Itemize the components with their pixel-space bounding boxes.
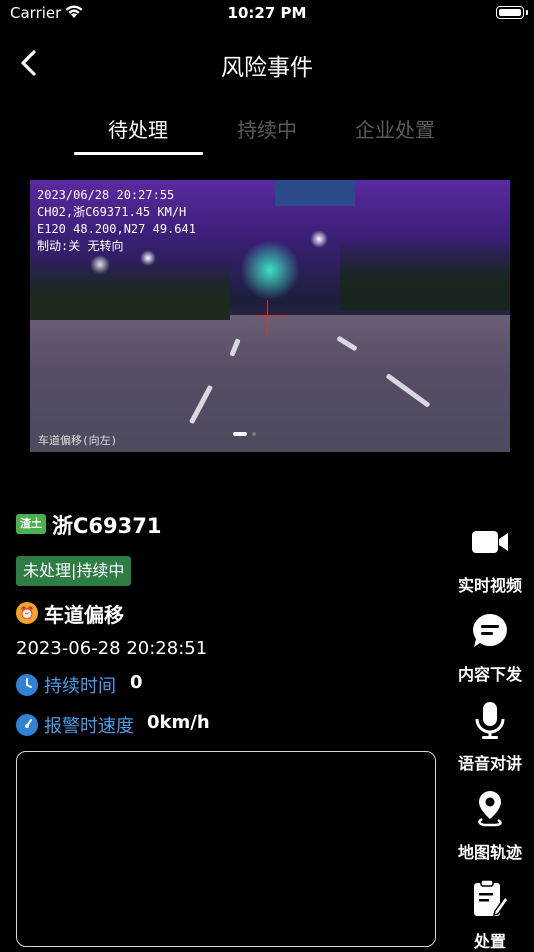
side-action-label: 实时视频: [457, 576, 522, 595]
roadside-trees-left: [30, 260, 230, 320]
clipboard-edit-icon: [470, 878, 510, 918]
side-action-label: 处置: [473, 932, 506, 951]
message-icon: [470, 611, 510, 651]
road-sign: [275, 180, 355, 206]
page-title: 风险事件: [221, 55, 313, 81]
tab-underline: [74, 152, 203, 155]
overlay-line: 制动:关 无转向: [37, 239, 124, 253]
video-footer-text: 车道偏移(向左): [38, 434, 118, 447]
duration-label: 持续时间: [44, 676, 116, 697]
microphone-icon: [470, 700, 510, 740]
crosshair: [267, 300, 268, 334]
video-overlay-text: 2023/06/28 20:27:55 CH02,浙C69371.45 KM/H…: [37, 187, 196, 255]
event-time: 2023-06-28 20:28:51: [16, 638, 208, 659]
side-action-label: 地图轨迹: [457, 843, 522, 862]
side-action-label: 语音对讲: [457, 754, 522, 773]
overlay-line: 2023/06/28 20:27:55: [37, 188, 175, 202]
battery-icon: [496, 6, 524, 19]
clock-time: 10:27 PM: [227, 4, 307, 22]
status-badge: 未处理|持续中: [16, 556, 132, 586]
alarm-icon: ⏰: [16, 602, 38, 624]
speedometer-icon: [16, 714, 38, 736]
event-type: 车道偏移: [44, 603, 124, 627]
page-indicator[interactable]: [252, 432, 256, 436]
street-light-glow: [240, 240, 300, 300]
duration-value: 0: [130, 672, 143, 693]
tab-ongoing[interactable]: 持续中: [202, 114, 332, 143]
clock-icon: [16, 674, 38, 696]
notes-textarea[interactable]: [16, 751, 436, 947]
plate-number: 浙C69371: [52, 514, 162, 538]
speed-value: 0km/h: [147, 712, 210, 733]
video-camera-icon: [470, 522, 510, 562]
event-video-snapshot[interactable]: 2023/06/28 20:27:55 CH02,浙C69371.45 KM/H…: [30, 180, 510, 452]
overlay-line: E120 48.200,N27 49.641: [37, 222, 196, 236]
page-indicator-active[interactable]: [233, 432, 247, 436]
nav-bar: 风险事件: [0, 40, 534, 84]
tab-bar: 待处理 持续中 企业处置: [0, 110, 534, 156]
tab-pending[interactable]: 待处理: [73, 114, 203, 143]
side-action-label: 内容下发: [457, 665, 522, 684]
battery-cap: [526, 10, 528, 15]
map-pin-icon: [470, 789, 510, 829]
vehicle-type-badge: 渣土: [16, 514, 46, 534]
roadside-trees-right: [340, 240, 510, 310]
street-light: [310, 230, 328, 248]
tab-enterprise-handling[interactable]: 企业处置: [330, 114, 460, 143]
overlay-line: CH02,浙C69371.45 KM/H: [37, 205, 187, 219]
crosshair: [254, 315, 288, 316]
speed-label: 报警时速度: [44, 716, 134, 737]
status-bar: Carrier 10:27 PM: [0, 0, 534, 28]
